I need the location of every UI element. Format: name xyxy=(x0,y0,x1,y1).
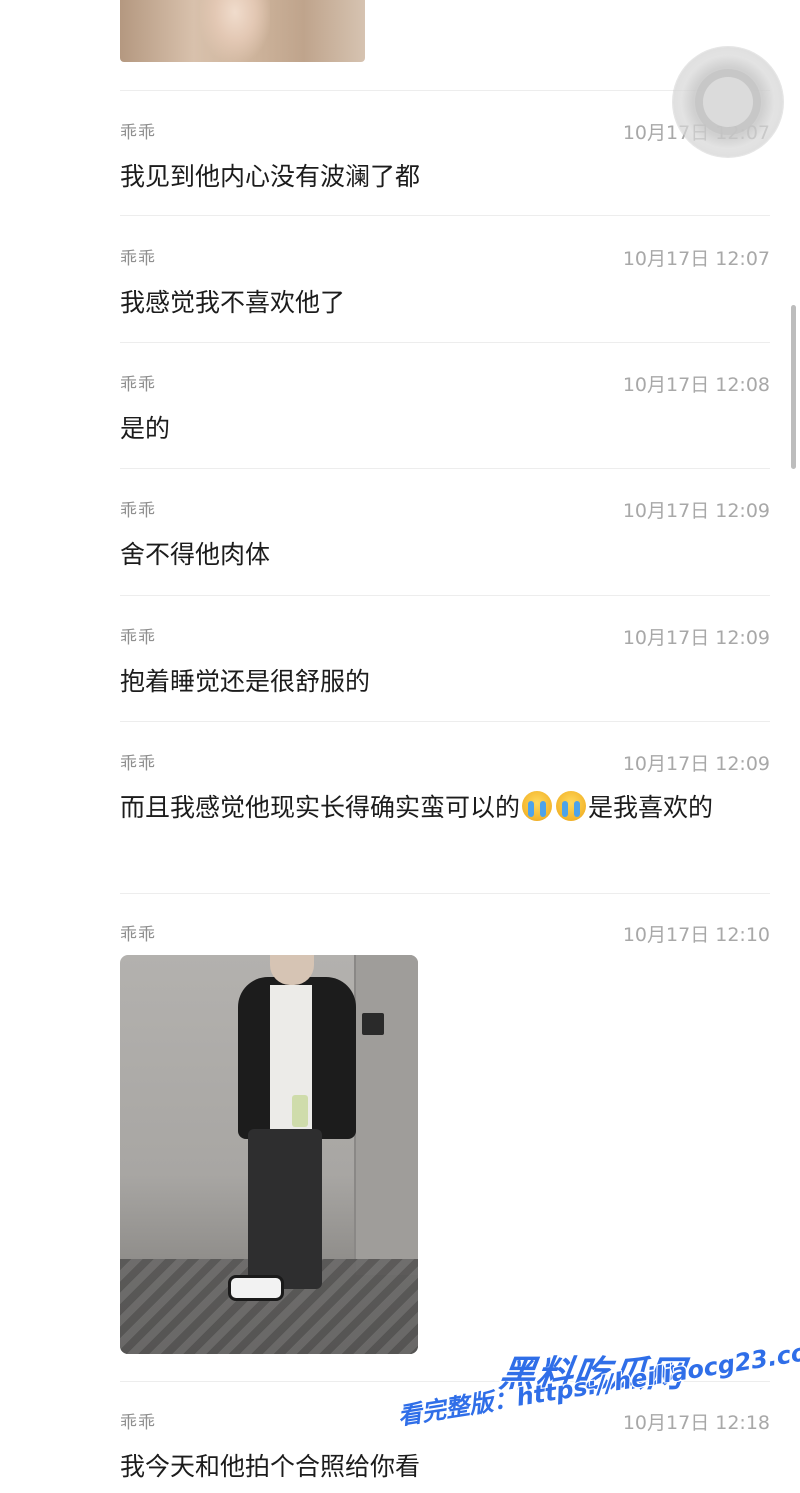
divider xyxy=(120,342,770,343)
message-time: 10月17日 12:09 xyxy=(622,627,770,649)
scrollbar[interactable] xyxy=(791,305,796,469)
crying-face-icon xyxy=(556,791,587,821)
sender-name: 乖乖 xyxy=(120,925,156,945)
message-item[interactable]: 乖乖 10月17日 12:09 而且我感觉他现实长得确实蛮可以的 是我喜欢的 xyxy=(120,749,770,869)
message-item[interactable]: 乖乖 10月17日 12:18 我今天和他拍个合照给你看 xyxy=(120,1408,770,1483)
message-time: 10月17日 12:07 xyxy=(622,248,770,270)
message-item[interactable]: 乖乖 10月17日 12:07 我感觉我不喜欢他了 xyxy=(120,244,770,317)
divider xyxy=(120,893,770,894)
sender-name: 乖乖 xyxy=(120,628,156,648)
message-text: 我感觉我不喜欢他了 xyxy=(120,288,346,317)
message-text-part: 而且我感觉他现实长得确实蛮可以的 xyxy=(120,793,521,822)
sender-name: 乖乖 xyxy=(120,501,156,521)
sender-name: 乖乖 xyxy=(120,375,156,395)
floating-assistive-button[interactable] xyxy=(673,47,783,157)
message-text: 是的 xyxy=(120,414,171,443)
sender-name: 乖乖 xyxy=(120,754,156,774)
divider xyxy=(120,468,770,469)
crying-face-icon xyxy=(522,791,553,821)
message-item[interactable]: 乖乖 10月17日 12:09 舍不得他肉体 xyxy=(120,496,770,569)
message-text: 我今天和他拍个合照给你看 xyxy=(120,1452,421,1481)
divider xyxy=(120,721,770,722)
divider xyxy=(120,1381,770,1382)
message-time: 10月17日 12:18 xyxy=(622,1412,770,1434)
message-text: 而且我感觉他现实长得确实蛮可以的 是我喜欢的 xyxy=(120,785,770,831)
sender-name: 乖乖 xyxy=(120,123,156,143)
message-photo-partial[interactable] xyxy=(120,0,365,62)
message-time: 10月17日 12:09 xyxy=(622,500,770,522)
divider xyxy=(120,595,770,596)
message-text: 舍不得他肉体 xyxy=(120,540,271,569)
message-item[interactable]: 乖乖 10月17日 12:09 抱着睡觉还是很舒服的 xyxy=(120,623,770,696)
watermark-title: 黑料吃瓜网 xyxy=(496,1354,688,1395)
message-item[interactable]: 乖乖 10月17日 12:10 xyxy=(120,920,770,950)
message-time: 10月17日 12:08 xyxy=(622,374,770,396)
message-item[interactable]: 乖乖 10月17日 12:08 是的 xyxy=(120,370,770,443)
sender-name: 乖乖 xyxy=(120,1413,156,1433)
divider xyxy=(120,215,770,216)
message-text-part: 是我喜欢的 xyxy=(588,793,714,822)
sender-name: 乖乖 xyxy=(120,249,156,269)
message-time: 10月17日 12:10 xyxy=(622,924,770,946)
message-text: 抱着睡觉还是很舒服的 xyxy=(120,667,371,696)
message-time: 10月17日 12:09 xyxy=(622,753,770,775)
message-item[interactable]: 乖乖 10月17日 12:07 我见到他内心没有波澜了都 xyxy=(120,118,770,191)
divider xyxy=(120,90,770,91)
message-photo[interactable] xyxy=(120,955,418,1354)
message-text: 我见到他内心没有波澜了都 xyxy=(120,162,421,191)
